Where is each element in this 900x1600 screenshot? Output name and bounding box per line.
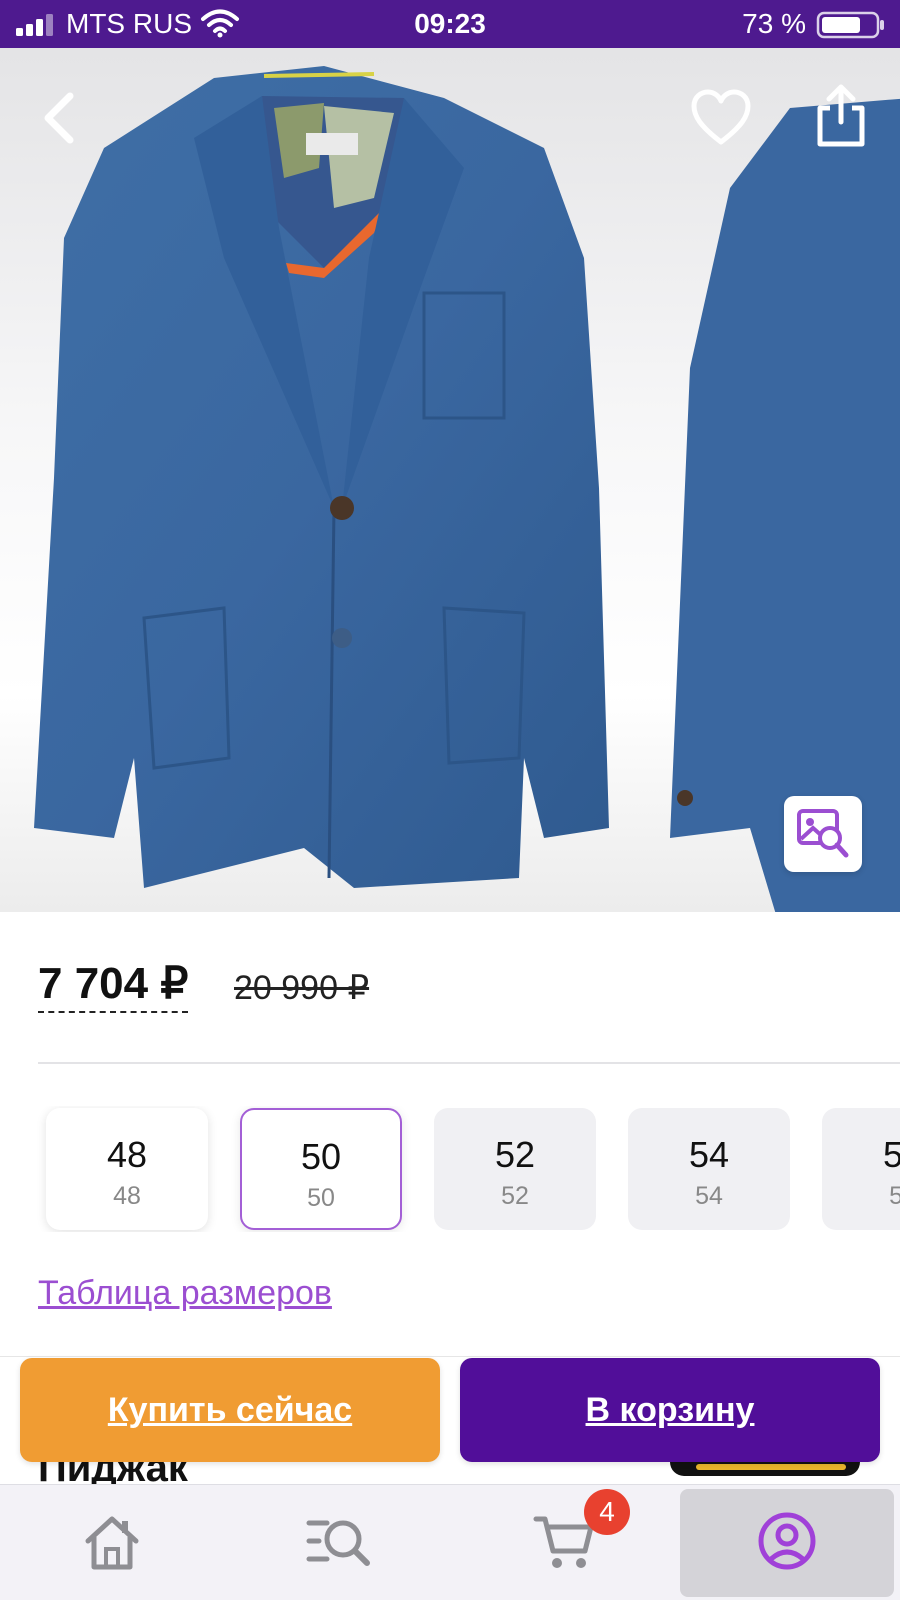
size-label: 52	[494, 1134, 536, 1175]
home-icon	[85, 1516, 139, 1570]
share-button[interactable]	[812, 82, 870, 150]
size-label: 48	[106, 1134, 148, 1175]
size-sub-label: 48	[113, 1182, 141, 1210]
size-selector: 48 48 50 50 52 52 54 54 56 56	[0, 1106, 900, 1232]
heart-icon	[691, 89, 751, 145]
size-table-link[interactable]: Таблица размеров	[38, 1274, 332, 1313]
size-option-48[interactable]: 48 48	[46, 1108, 208, 1230]
catalog-search-icon	[306, 1520, 370, 1566]
divider	[38, 1062, 900, 1064]
tab-cart[interactable]: 4	[464, 1485, 664, 1600]
add-to-cart-button[interactable]: В корзину	[460, 1358, 880, 1462]
back-button[interactable]	[34, 86, 90, 150]
divider	[0, 1356, 900, 1357]
size-sub-label: 56	[889, 1182, 900, 1210]
size-label: 56	[882, 1134, 900, 1175]
size-option-50[interactable]: 50 50	[240, 1108, 402, 1230]
old-price: 20 990 ₽	[234, 969, 370, 1007]
image-search-icon	[797, 809, 849, 858]
bottom-tab-bar: 4	[0, 1484, 900, 1600]
size-option-54[interactable]: 54 54	[628, 1108, 790, 1230]
size-option-56[interactable]: 56 56	[822, 1108, 900, 1230]
size-option-52[interactable]: 52 52	[434, 1108, 596, 1230]
product-image-gallery[interactable]	[0, 48, 900, 912]
current-price[interactable]: 7 704 ₽	[38, 958, 189, 1013]
add-to-cart-label: В корзину	[585, 1391, 755, 1429]
tab-home[interactable]	[12, 1485, 212, 1600]
size-label: 50	[300, 1136, 342, 1177]
size-label: 54	[688, 1134, 730, 1175]
visual-search-button[interactable]	[784, 796, 862, 872]
favorite-button[interactable]	[690, 88, 752, 148]
size-sub-label: 54	[695, 1182, 723, 1210]
tab-profile[interactable]	[680, 1489, 894, 1597]
size-sub-label: 52	[501, 1182, 529, 1210]
cart-count-badge: 4	[584, 1489, 630, 1535]
size-sub-label: 50	[307, 1184, 335, 1212]
profile-icon	[758, 1512, 816, 1570]
share-icon	[817, 84, 865, 147]
battery-percent: 73 %	[742, 8, 806, 39]
status-bar: MTS RUS 09:23 73 %	[0, 0, 900, 48]
back-arrow-icon	[44, 92, 74, 144]
buy-now-label: Купить сейчас	[107, 1391, 353, 1429]
next-product-photo	[670, 98, 900, 912]
buy-now-button[interactable]: Купить сейчас	[20, 1358, 440, 1462]
product-photo	[34, 66, 609, 888]
battery-icon	[816, 11, 884, 39]
tab-catalog[interactable]	[238, 1485, 438, 1600]
